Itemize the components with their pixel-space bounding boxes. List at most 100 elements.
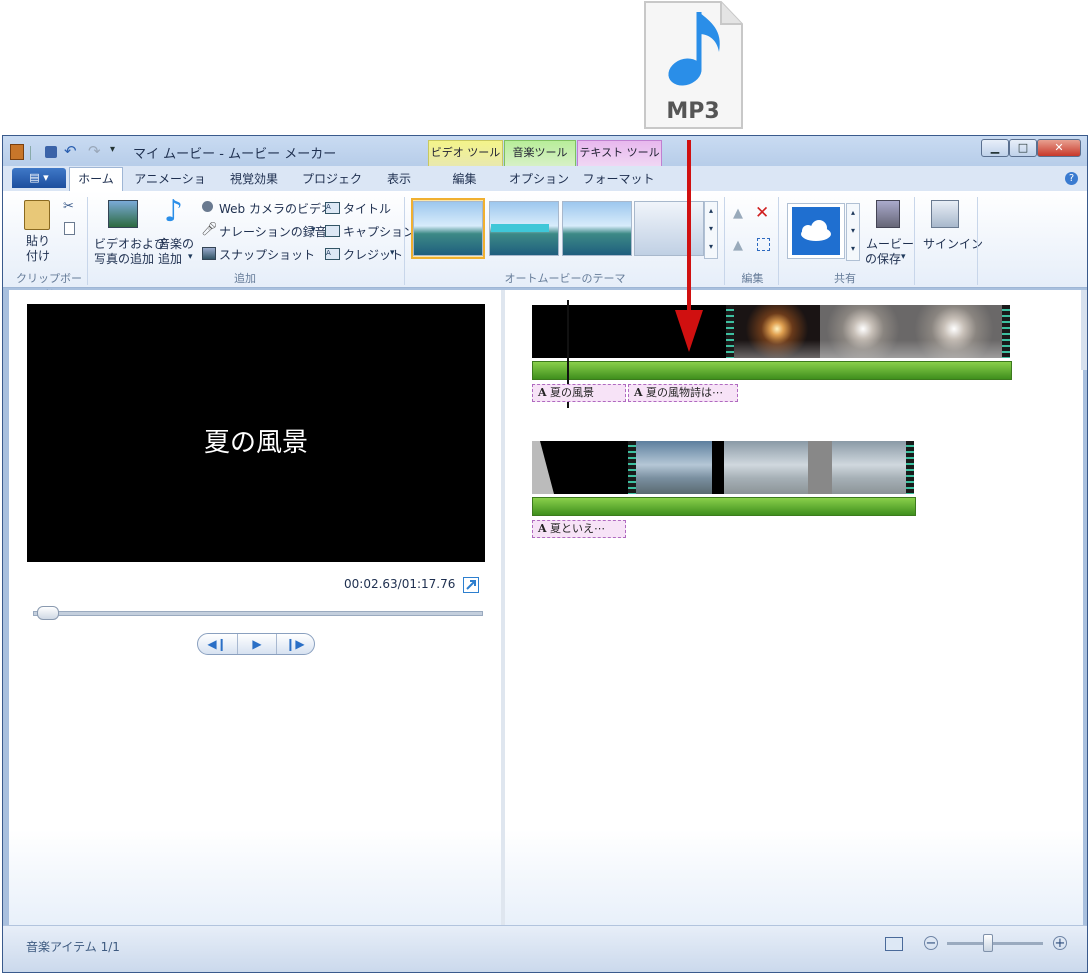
maximize-button[interactable]: □ xyxy=(1009,139,1037,157)
tab-view[interactable]: 表示 xyxy=(378,168,420,190)
separator xyxy=(778,197,779,285)
zoom-thumb[interactable] xyxy=(983,934,993,952)
separator xyxy=(977,197,978,285)
add-music-label2[interactable]: 追加 xyxy=(158,250,182,267)
caption-item[interactable]: A 夏といえ⋯ xyxy=(532,520,626,538)
sign-in-button[interactable]: サインイン xyxy=(923,235,983,252)
caption-text: 夏の風景 xyxy=(550,386,595,399)
copy-icon[interactable] xyxy=(64,222,75,235)
timecode: 00:02.63/01:17.76 xyxy=(344,577,456,591)
separator xyxy=(30,146,31,160)
webcam-icon[interactable] xyxy=(202,201,213,212)
tab-animation[interactable]: アニメーション xyxy=(131,168,209,208)
title-button[interactable]: タイトル xyxy=(343,200,391,217)
seaside-frame[interactable] xyxy=(636,441,712,494)
tab-home[interactable]: ホーム xyxy=(69,167,123,192)
context-tab-video-tools: ビデオ ツール xyxy=(428,140,503,168)
caption-item[interactable]: A 夏の風景 xyxy=(532,384,626,402)
file-menu-button[interactable]: ▤ ▾ xyxy=(12,168,66,188)
app-icon xyxy=(10,144,24,160)
add-group-label: 追加 xyxy=(234,272,256,285)
redo-icon[interactable]: ↷ xyxy=(88,142,101,160)
theme-contemporary-band xyxy=(491,224,549,232)
seaside-frame[interactable] xyxy=(724,441,808,494)
paste-icon[interactable] xyxy=(24,200,50,230)
play-icon[interactable]: ▶ xyxy=(237,634,277,654)
help-icon[interactable]: ? xyxy=(1065,172,1078,185)
add-video-photo-icon[interactable] xyxy=(108,200,138,228)
separator xyxy=(404,197,405,285)
save-movie-icon[interactable] xyxy=(876,200,900,228)
separator xyxy=(914,197,915,285)
tab-edit[interactable]: 編集 xyxy=(428,168,501,190)
separator xyxy=(724,197,725,285)
video-waveform xyxy=(734,340,1002,358)
save-movie-dropdown-icon[interactable]: ▾ xyxy=(901,252,906,262)
credits-icon[interactable]: A xyxy=(325,248,340,260)
film-edge xyxy=(906,441,914,494)
theme-default[interactable] xyxy=(413,201,483,256)
tab-format[interactable]: フォーマット xyxy=(577,168,660,190)
rotate-right-icon[interactable]: ▲ xyxy=(733,238,743,253)
customize-toolbar-icon[interactable]: ▾ xyxy=(110,144,115,155)
thumbnail-size-icon[interactable] xyxy=(885,937,903,951)
narration-dropdown-icon[interactable]: ▾ xyxy=(311,225,316,235)
tab-visual-effects[interactable]: 視覚効果 xyxy=(222,168,286,190)
theme-pan-zoom[interactable] xyxy=(562,201,632,256)
grey-gap xyxy=(808,441,832,494)
add-music-icon[interactable]: ♪ xyxy=(164,194,183,229)
webcam-video-button[interactable]: Web カメラのビデオ xyxy=(219,200,333,217)
onedrive-icon[interactable] xyxy=(792,207,840,255)
video-preview: 夏の風景 xyxy=(27,304,485,562)
tab-project[interactable]: プロジェクト xyxy=(297,168,367,208)
title-icon[interactable]: A xyxy=(325,202,340,214)
storyboard-scrollbar[interactable] xyxy=(1081,290,1087,370)
microphone-icon[interactable]: 🎤︎ xyxy=(201,222,218,237)
remove-icon[interactable]: ✕ xyxy=(755,203,769,223)
seek-thumb[interactable] xyxy=(37,606,59,620)
caption-text: 夏の風物詩は⋯ xyxy=(646,386,724,399)
credits-dropdown-icon[interactable]: ▾ xyxy=(390,248,395,258)
transition-clip[interactable] xyxy=(532,441,628,494)
cut-icon[interactable]: ✂ xyxy=(63,199,74,214)
save-movie-label2[interactable]: の保存 xyxy=(865,250,901,267)
caption-icon[interactable] xyxy=(325,225,340,237)
add-music-dropdown-icon[interactable]: ▾ xyxy=(188,252,193,262)
tab-options[interactable]: オプション xyxy=(504,168,574,190)
seek-bar[interactable] xyxy=(33,611,483,616)
edit-group-label: 編集 xyxy=(741,272,764,285)
minimize-button[interactable]: ▁ xyxy=(981,139,1009,157)
black-gap xyxy=(712,441,724,494)
music-track[interactable] xyxy=(532,497,916,516)
close-button[interactable]: ✕ xyxy=(1037,139,1081,157)
separator xyxy=(87,197,88,285)
music-track[interactable] xyxy=(532,361,1012,380)
theme-gallery-scroll[interactable]: ▴ ▾ ▾ xyxy=(704,201,718,259)
zoom-slider[interactable] xyxy=(947,942,1043,945)
next-frame-icon[interactable]: ❙▶ xyxy=(276,634,314,654)
drag-arrow-icon xyxy=(675,140,703,352)
share-gallery-scroll[interactable]: ▴ ▾ ▾ xyxy=(846,203,860,261)
mp3-file-icon[interactable]: MP3 xyxy=(641,0,745,130)
caption-item[interactable]: A 夏の風物詩は⋯ xyxy=(628,384,738,402)
rotate-left-icon[interactable]: ▲ xyxy=(733,206,743,221)
snapshot-button[interactable]: スナップショット xyxy=(219,246,315,263)
status-bar xyxy=(3,925,1087,972)
undo-icon[interactable]: ↶ xyxy=(64,142,77,160)
mp3-label: MP3 xyxy=(666,99,719,124)
share-group-label: 共有 xyxy=(834,272,856,285)
paste-button[interactable]: 貼り 付け xyxy=(26,234,50,264)
film-edge xyxy=(1002,305,1010,358)
zoom-in-icon[interactable]: + xyxy=(1053,936,1067,950)
previous-frame-icon[interactable]: ◀❙ xyxy=(198,634,236,654)
zoom-out-icon[interactable]: − xyxy=(924,936,938,950)
window-title: マイ ムービー - ムービー メーカー xyxy=(133,147,337,162)
select-all-icon[interactable] xyxy=(757,238,770,251)
add-video-photo-label2[interactable]: 写真の追加 xyxy=(94,250,154,267)
save-icon[interactable] xyxy=(45,146,57,158)
preview-title-text: 夏の風景 xyxy=(203,428,308,458)
fullscreen-icon[interactable] xyxy=(463,577,479,593)
user-avatar-icon[interactable] xyxy=(931,200,959,228)
seaside-frame[interactable] xyxy=(832,441,906,494)
snapshot-icon[interactable] xyxy=(202,247,216,260)
